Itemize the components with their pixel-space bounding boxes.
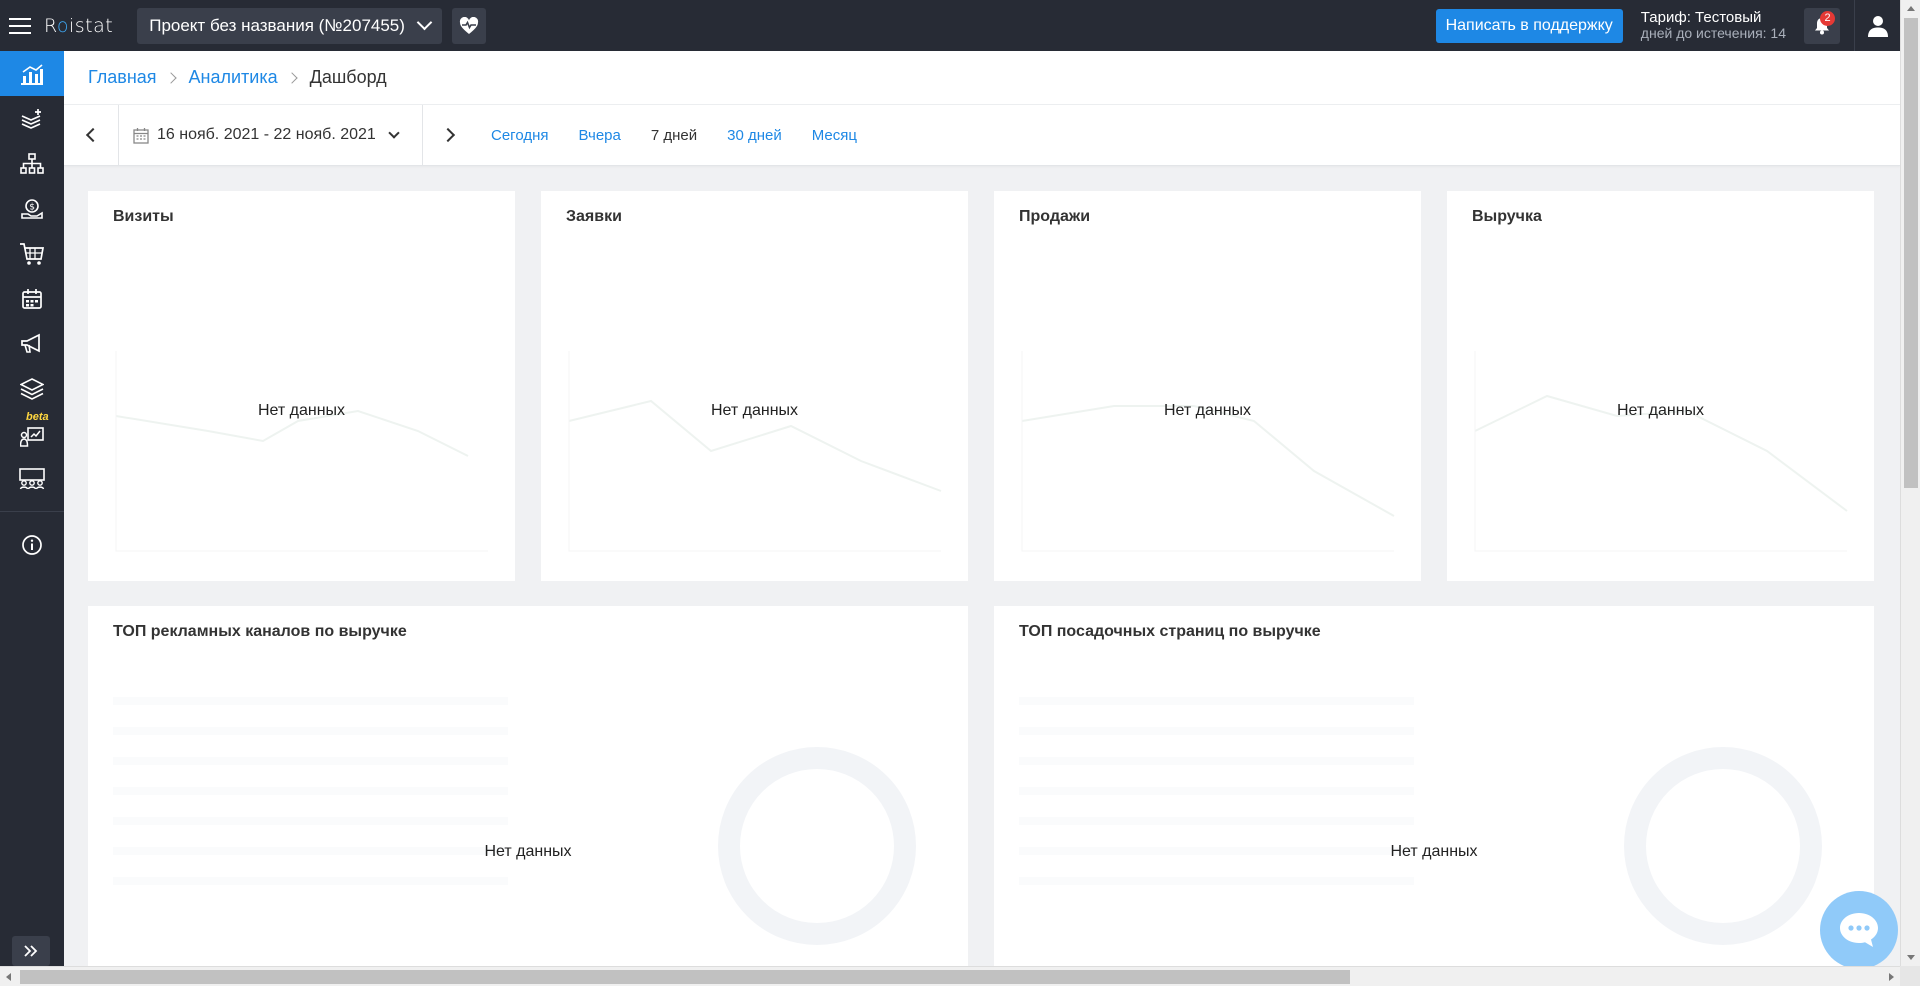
faded-donut-placeholder xyxy=(113,697,916,945)
breadcrumb-analytics[interactable]: Аналитика xyxy=(189,67,278,88)
scrollbar-corner xyxy=(1900,966,1920,986)
notifications-button[interactable]: 2 xyxy=(1804,7,1840,44)
prev-period-button[interactable] xyxy=(64,105,118,166)
user-menu-button[interactable] xyxy=(1854,0,1900,51)
date-range-text: 16 нояб. 2021 - 22 нояб. 2021 xyxy=(157,126,376,143)
period-month[interactable]: Месяц xyxy=(812,127,857,144)
sidebar-item-layers[interactable] xyxy=(0,366,64,411)
team-icon xyxy=(19,467,45,489)
calendar-icon xyxy=(22,288,42,309)
logo[interactable]: Roistat xyxy=(44,15,113,37)
heart-pulse-icon xyxy=(459,16,479,34)
sidebar-item-calendar[interactable] xyxy=(0,276,64,321)
faded-chart-placeholder xyxy=(115,351,488,552)
chevron-down-icon xyxy=(388,127,400,139)
vertical-scrollbar[interactable] xyxy=(1900,0,1920,966)
no-data-text: Нет данных xyxy=(484,843,572,860)
no-data-text: Нет данных xyxy=(1616,402,1705,419)
sidebar-item-money[interactable]: $ xyxy=(0,186,64,231)
faded-chart-placeholder xyxy=(568,351,942,552)
megaphone-icon xyxy=(21,333,40,353)
money-hand-icon: $ xyxy=(21,198,43,219)
period-7-days[interactable]: 7 дней xyxy=(651,127,697,144)
top-landing-pages-card: ТОП посадочных страниц по выручке Нет да… xyxy=(994,606,1874,966)
vertical-scroll-thumb[interactable] xyxy=(1904,18,1918,488)
top-channels-card: ТОП рекламных каналов по выручке Нет дан… xyxy=(88,606,968,966)
heart-pulse-button[interactable] xyxy=(451,7,486,44)
scroll-left-arrow-icon[interactable] xyxy=(6,973,11,981)
user-icon xyxy=(1867,15,1888,37)
horizontal-scroll-thumb[interactable] xyxy=(20,970,1350,984)
no-data-text: Нет данных xyxy=(257,402,346,419)
info-icon xyxy=(22,534,42,555)
horizontal-scrollbar[interactable] xyxy=(0,966,1900,986)
tariff-days-left: дней до истечения: 14 xyxy=(1640,25,1786,42)
tariff-info[interactable]: Тариф: Тестовый дней до истечения: 14 xyxy=(1640,8,1786,42)
faded-chart-placeholder xyxy=(1474,351,1848,552)
sidebar-item-info[interactable] xyxy=(0,522,64,567)
tariff-name: Тариф: Тестовый xyxy=(1640,8,1762,26)
breadcrumb-current: Дашборд xyxy=(309,67,387,87)
beta-label: beta xyxy=(26,411,49,423)
revenue-card: Выручка Нет данных xyxy=(1447,191,1874,581)
support-button[interactable]: Написать в поддержку xyxy=(1435,8,1623,43)
chevron-right-icon xyxy=(440,127,456,143)
period-yesterday[interactable]: Вчера xyxy=(579,127,621,144)
layers-icon xyxy=(20,377,44,400)
leads-card: Заявки Нет данных xyxy=(541,191,968,581)
notification-badge: 2 xyxy=(1820,10,1835,26)
project-select[interactable]: Проект без названия (№207455) xyxy=(137,7,442,44)
sales-card: Продажи Нет данных xyxy=(994,191,1421,581)
sidebar: $ beta xyxy=(0,51,64,966)
sidebar-item-team[interactable] xyxy=(0,456,64,501)
sidebar-expand-button[interactable] xyxy=(12,936,50,966)
period-presets: Сегодня Вчера 7 дней 30 дней Месяц xyxy=(491,127,857,144)
sidebar-item-campaigns[interactable] xyxy=(0,321,64,366)
chat-widget-button[interactable] xyxy=(1820,891,1898,966)
next-period-button[interactable] xyxy=(423,105,477,166)
chat-icon xyxy=(1840,913,1878,947)
period-30-days[interactable]: 30 дней xyxy=(727,127,782,144)
sidebar-item-beta-reports[interactable]: beta xyxy=(0,411,64,456)
scroll-down-arrow-icon[interactable] xyxy=(1907,955,1915,960)
top-bar: Roistat Проект без названия (№207455) На… xyxy=(0,0,1900,51)
metric-cards: Визиты Нет данных Заявки Нет данных Прод… xyxy=(88,191,1874,581)
svg-text:$: $ xyxy=(29,202,35,212)
faded-donut-placeholder xyxy=(1019,697,1822,945)
double-chevron-right-icon xyxy=(24,945,38,957)
chevron-right-icon xyxy=(164,71,177,84)
calendar-icon xyxy=(133,127,149,144)
hierarchy-icon xyxy=(20,152,44,174)
sidebar-item-costs[interactable] xyxy=(0,96,64,141)
no-data-text: Нет данных xyxy=(1163,402,1252,419)
sidebar-item-sales[interactable] xyxy=(0,231,64,276)
breadcrumb-home[interactable]: Главная xyxy=(88,67,157,88)
main-content: Главная Аналитика Дашборд 16 нояб. 2021 … xyxy=(64,51,1900,966)
scroll-up-arrow-icon[interactable] xyxy=(1907,6,1915,11)
chevron-right-icon xyxy=(285,71,298,84)
sidebar-divider xyxy=(0,511,64,512)
date-range-picker[interactable]: 16 нояб. 2021 - 22 нояб. 2021 xyxy=(118,104,423,166)
analytics-chart-icon xyxy=(21,63,43,85)
chevron-left-icon xyxy=(85,127,101,143)
sidebar-item-structure[interactable] xyxy=(0,141,64,186)
cart-icon xyxy=(20,242,45,265)
breadcrumb: Главная Аналитика Дашборд xyxy=(64,51,1900,105)
presentation-chart-icon xyxy=(20,426,44,447)
layers-plus-icon xyxy=(21,108,41,129)
date-bar: 16 нояб. 2021 - 22 нояб. 2021 Сегодня Вч… xyxy=(64,104,1900,166)
faded-chart-placeholder xyxy=(1021,351,1395,552)
project-name: Проект без названия (№207455) xyxy=(149,15,405,35)
chevron-down-icon xyxy=(416,14,433,31)
no-data-text: Нет данных xyxy=(710,402,799,419)
visits-card: Визиты Нет данных xyxy=(88,191,515,581)
menu-icon[interactable] xyxy=(0,0,40,51)
period-today[interactable]: Сегодня xyxy=(491,127,549,144)
top-lists: ТОП рекламных каналов по выручке Нет дан… xyxy=(88,606,1874,966)
scroll-right-arrow-icon[interactable] xyxy=(1889,973,1894,981)
sidebar-item-analytics[interactable] xyxy=(0,51,64,96)
no-data-text: Нет данных xyxy=(1390,843,1478,860)
